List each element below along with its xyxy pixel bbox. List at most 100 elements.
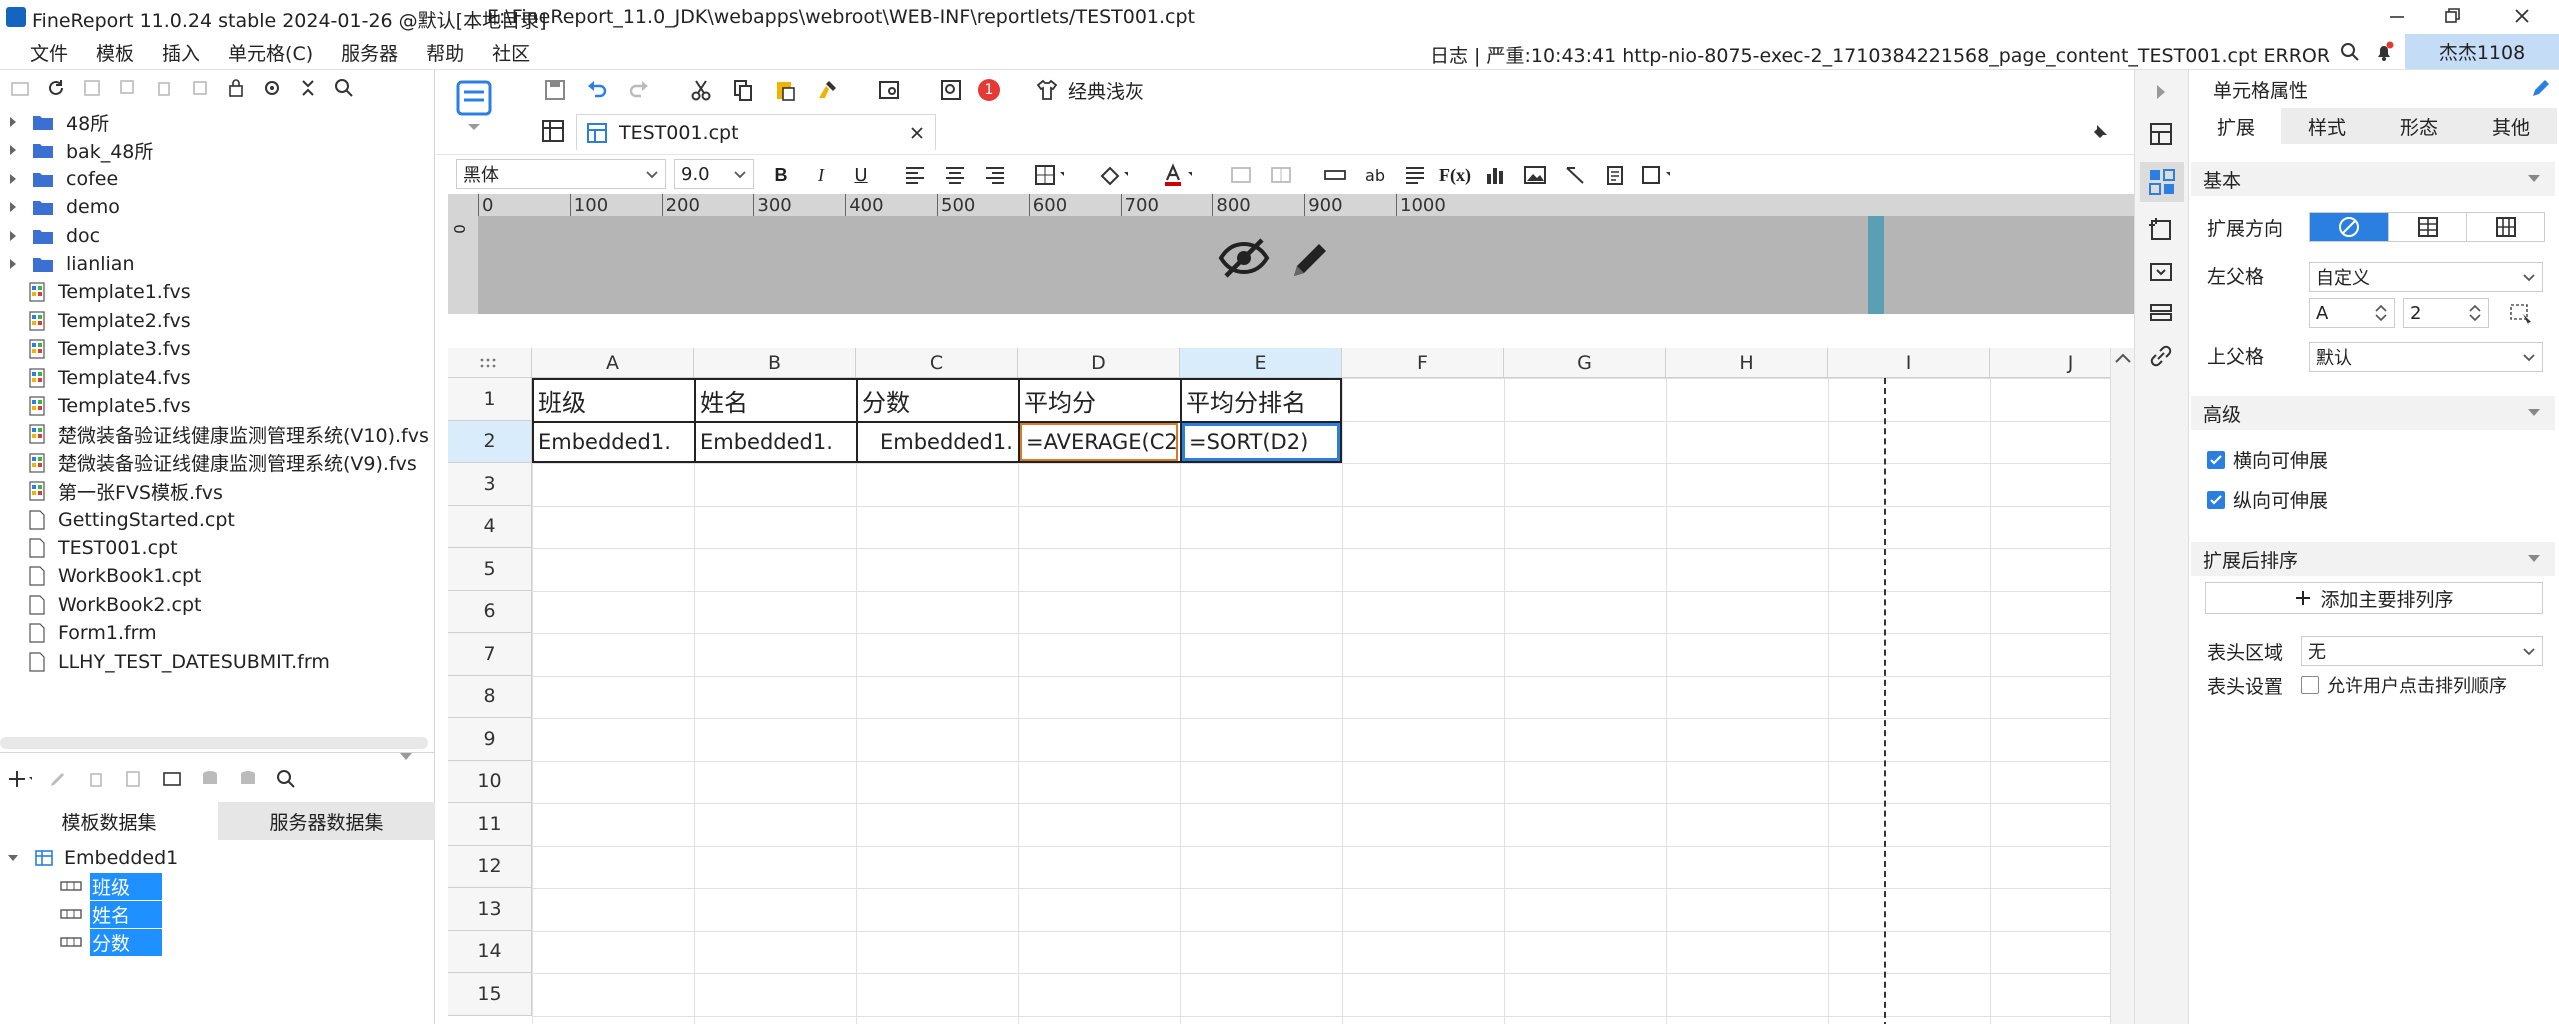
alert-badge[interactable]: 1	[978, 79, 1000, 101]
format-painter-icon[interactable]	[812, 75, 842, 105]
column-header[interactable]: E	[1180, 348, 1342, 378]
grid-view-icon[interactable]	[540, 118, 566, 144]
column-header[interactable]: G	[1504, 348, 1666, 378]
widget-icon[interactable]	[2147, 258, 2175, 286]
align-right-icon[interactable]	[980, 160, 1010, 190]
chevron-down-icon[interactable]	[396, 750, 416, 764]
collapse-right-icon[interactable]	[2149, 80, 2173, 104]
font-size-select[interactable]: 9.0	[674, 159, 754, 189]
folder-item[interactable]: lianlian	[6, 250, 135, 278]
user-account[interactable]: 杰杰1108	[2405, 34, 2559, 69]
close-icon[interactable]	[2510, 4, 2534, 28]
theme-button[interactable]: 经典浅灰	[1068, 77, 1144, 104]
file-item[interactable]: 楚微装备验证线健康监测管理系统(V10).fvs	[28, 420, 429, 448]
edit-dataset-icon[interactable]	[46, 767, 70, 791]
file-item[interactable]: Template4.fvs	[28, 364, 191, 392]
row-header[interactable]: 2	[448, 420, 532, 463]
align-left-icon[interactable]	[900, 160, 930, 190]
copy-icon[interactable]	[728, 75, 758, 105]
file-item[interactable]: Template2.fvs	[28, 307, 191, 335]
expand-vertical-option[interactable]	[2388, 213, 2466, 241]
new-folder-icon[interactable]	[8, 76, 32, 100]
text-ab-icon[interactable]: ab	[1360, 160, 1390, 190]
file-item[interactable]: WorkBook1.cpt	[28, 562, 201, 590]
header-cell[interactable]: 平均分排名	[1182, 380, 1340, 421]
file-item[interactable]: Template5.fvs	[28, 392, 191, 420]
paste-icon[interactable]	[770, 75, 800, 105]
header-cell[interactable]: 班级	[534, 380, 692, 421]
align-center-icon[interactable]	[940, 160, 970, 190]
menu-insert[interactable]: 插入	[148, 34, 214, 70]
preview-search-icon[interactable]	[936, 75, 966, 105]
row-header[interactable]: 14	[448, 930, 532, 973]
data-cell[interactable]: Embedded1.	[534, 423, 692, 462]
cell-attributes-tab[interactable]	[2140, 162, 2184, 202]
menu-server[interactable]: 服务器	[327, 34, 412, 70]
select-all-corner[interactable]	[448, 348, 532, 378]
collapsed-triangle-icon[interactable]	[6, 115, 20, 129]
edit-pen-icon[interactable]	[2529, 76, 2553, 100]
vertical-scrollbar[interactable]	[2110, 348, 2134, 1024]
formula-cell[interactable]: =AVERAGE(C2	[1020, 422, 1178, 461]
row-header[interactable]: 3	[448, 463, 532, 506]
shirt-icon[interactable]	[1032, 75, 1062, 105]
data-cell[interactable]: Embedded1.	[696, 423, 854, 462]
menu-cell[interactable]: 单元格(C)	[214, 34, 327, 70]
tab-template-dataset[interactable]: 模板数据集	[0, 802, 218, 840]
hidden-eye-icon[interactable]	[1218, 236, 1270, 280]
delete-dataset-icon[interactable]	[84, 767, 108, 791]
file-item[interactable]: Template1.fvs	[28, 278, 191, 306]
folder-item[interactable]: cofee	[6, 165, 118, 193]
database-link-icon[interactable]	[236, 767, 260, 791]
spinner-icon[interactable]	[2374, 304, 2388, 322]
notification-bell-icon[interactable]	[2372, 40, 2396, 64]
font-color-icon[interactable]	[1162, 160, 1192, 190]
minimize-icon[interactable]	[2385, 4, 2409, 28]
row-header[interactable]: 12	[448, 845, 532, 888]
search-icon[interactable]	[2338, 40, 2362, 64]
menu-community[interactable]: 社区	[478, 34, 544, 70]
row-header[interactable]: 7	[448, 633, 532, 676]
left-parent-row-input[interactable]: 2	[2403, 298, 2489, 328]
subreport-icon[interactable]	[1600, 160, 1630, 190]
data-cell[interactable]: Embedded1.	[858, 423, 1016, 462]
column-header[interactable]: B	[694, 348, 856, 378]
tab-expand[interactable]: 扩展	[2191, 108, 2281, 144]
top-parent-select[interactable]: 默认	[2309, 342, 2543, 372]
header-area-select[interactable]: 无	[2301, 636, 2543, 666]
redo-icon[interactable]	[624, 75, 654, 105]
row-header[interactable]: 9	[448, 718, 532, 761]
row-header[interactable]: 6	[448, 590, 532, 633]
file-item[interactable]: WorkBook2.cpt	[28, 591, 201, 619]
column-header[interactable]: D	[1018, 348, 1180, 378]
search-dataset-icon[interactable]	[274, 767, 298, 791]
dataset-field-row[interactable]: 分数	[60, 928, 162, 956]
menu-template[interactable]: 模板	[82, 34, 148, 70]
field-label[interactable]: 分数	[90, 928, 162, 956]
row-header[interactable]: 5	[448, 548, 532, 591]
copy-file-icon[interactable]	[116, 76, 140, 100]
column-header[interactable]: F	[1342, 348, 1504, 378]
folder-item[interactable]: doc	[6, 222, 100, 250]
underline-icon[interactable]: U	[846, 160, 876, 190]
tab-server-dataset[interactable]: 服务器数据集	[218, 802, 435, 840]
file-item[interactable]: Template3.fvs	[28, 335, 191, 363]
search-files-icon[interactable]	[332, 76, 356, 100]
add-sort-button[interactable]: 添加主要排列序	[2205, 582, 2543, 614]
collapsed-triangle-icon[interactable]	[6, 172, 20, 186]
section-sort[interactable]: 扩展后排序	[2191, 542, 2555, 576]
pin-icon[interactable]	[2088, 120, 2112, 144]
font-family-select[interactable]: 黑体	[456, 159, 666, 189]
column-header[interactable]: C	[856, 348, 1018, 378]
expand-none-option[interactable]	[2310, 213, 2388, 241]
open-file-icon[interactable]	[80, 76, 104, 100]
header-cell[interactable]: 姓名	[696, 380, 854, 421]
collapse-icon[interactable]	[296, 76, 320, 100]
v-expand-checkbox[interactable]	[2207, 490, 2225, 509]
collapsed-triangle-icon[interactable]	[6, 257, 20, 271]
file-item[interactable]: 楚微装备验证线健康监测管理系统(V9).fvs	[28, 449, 417, 477]
column-header[interactable]: I	[1828, 348, 1990, 378]
split-cells-icon[interactable]	[1266, 160, 1296, 190]
row-header[interactable]: 8	[448, 675, 532, 718]
template-param-icon[interactable]	[874, 75, 904, 105]
